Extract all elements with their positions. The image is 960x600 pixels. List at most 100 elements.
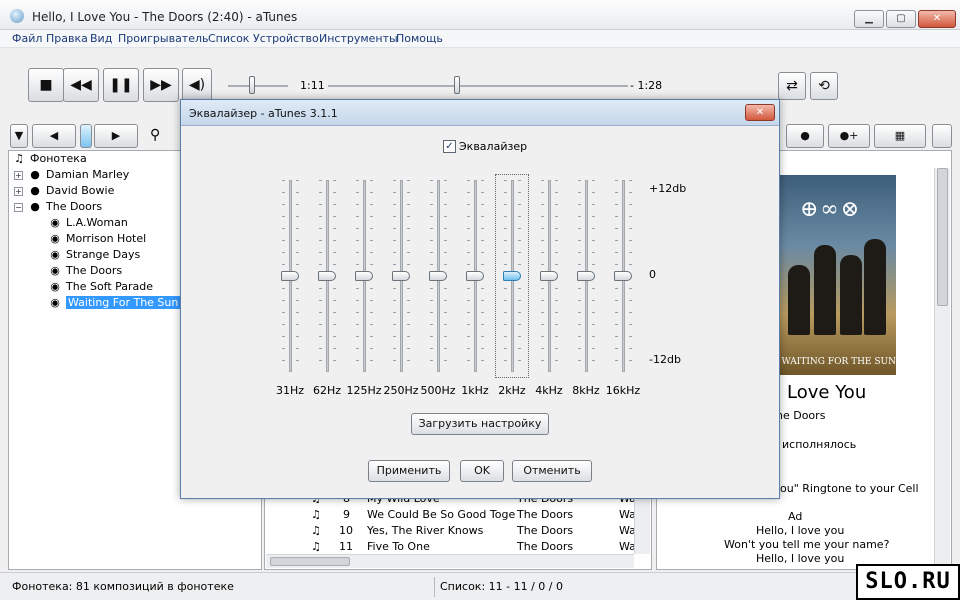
db-label-mid: 0 [649, 268, 656, 281]
dialog-close-button[interactable]: ✕ [745, 104, 775, 121]
menu-tools[interactable]: Инструменты [319, 32, 398, 45]
album-icon: ◉ [50, 296, 60, 309]
view-dropdown-button[interactable]: ▼ [10, 124, 28, 148]
eq-slider-thumb[interactable] [392, 271, 410, 281]
tree-album-la-woman[interactable]: ◉ L.A.Woman [48, 215, 128, 231]
table-row[interactable]: ♫ 10 Yes, The River Knows The Doors Wa [265, 523, 636, 539]
album-icon: ◉ [50, 216, 60, 229]
scrollbar-thumb[interactable] [270, 557, 350, 566]
tree-album-morrison-hotel[interactable]: ◉ Morrison Hotel [48, 231, 146, 247]
video-button[interactable]: ▦ [874, 124, 926, 148]
film-icon: ▦ [894, 129, 906, 142]
previous-button[interactable]: ◀◀ [63, 68, 99, 102]
repeat-button[interactable]: ⟲ [810, 72, 838, 100]
table-row[interactable]: ♫ 11 Five To One The Doors Wa [265, 539, 636, 555]
ringtone-link[interactable]: ou" Ringtone to your Cell [780, 482, 919, 495]
tree-album-waiting-for-the-sun[interactable]: ◉ Waiting For The Sun [48, 295, 181, 311]
volume-button[interactable]: ◀) [182, 68, 212, 102]
eq-slider-thumb[interactable] [429, 271, 447, 281]
eq-band-62hz[interactable]: 62Hz [310, 174, 344, 398]
menu-device[interactable]: Устройство [253, 32, 319, 45]
tree-artist-david-bowie[interactable]: ● David Bowie [28, 183, 114, 199]
volume-slider[interactable] [228, 85, 288, 87]
eq-band-250hz[interactable]: 250Hz [383, 174, 419, 398]
chevron-down-icon: ▼ [14, 129, 24, 142]
repeat-icon: ⟲ [818, 78, 830, 94]
eq-band-31hz[interactable]: 31Hz [273, 174, 307, 398]
music-note-icon: ♫ [311, 508, 321, 521]
eq-slider-thumb[interactable] [540, 271, 558, 281]
table-row[interactable]: ♫ 9 We Could Be So Good Toget... The Doo… [265, 507, 636, 523]
eq-slider-thumb[interactable] [318, 271, 336, 281]
menu-edit[interactable]: Правка [46, 32, 88, 45]
eq-band-8khz[interactable]: 8kHz [569, 174, 603, 398]
shuffle-button[interactable]: ⇄ [778, 72, 806, 100]
eq-band-16khz[interactable]: 16kHz [606, 174, 640, 398]
eq-slider-thumb[interactable] [577, 271, 595, 281]
search-icon[interactable]: ⚲ [150, 127, 160, 143]
tree-album-the-soft-parade[interactable]: ◉ The Soft Parade [48, 279, 153, 295]
close-button[interactable]: ✕ [918, 10, 956, 28]
next-icon: ▶▶ [150, 77, 172, 93]
minimize-button[interactable]: ▁ [854, 10, 884, 28]
lyrics-line: Hello, I love you [756, 552, 845, 565]
nav-back-button[interactable]: ◀ [32, 124, 76, 148]
status-bar: Фонотека: 81 композиций в фонотеке Списо… [0, 572, 960, 600]
eq-slider-thumb[interactable] [281, 271, 299, 281]
eq-band-4khz[interactable]: 4kHz [532, 174, 566, 398]
playlist-vertical-scrollbar[interactable] [634, 490, 650, 554]
song-artist: he Doors [776, 409, 826, 422]
nav-divider-handle[interactable] [80, 124, 92, 148]
artist-icon: ● [30, 200, 40, 213]
dialog-title: Эквалайзер - aTunes 3.1.1 [189, 107, 338, 120]
equalizer-checkbox-label: Эквалайзер [459, 140, 528, 153]
info-extra-button[interactable] [932, 124, 952, 148]
tree-album-strange-days[interactable]: ◉ Strange Days [48, 247, 140, 263]
eq-slider-thumb[interactable] [614, 271, 632, 281]
eq-slider-thumb[interactable] [503, 271, 521, 281]
next-button[interactable]: ▶▶ [143, 68, 179, 102]
eq-slider-thumb[interactable] [355, 271, 373, 281]
ok-button[interactable]: OK [460, 460, 504, 482]
load-preset-button[interactable]: Загрузить настройку [411, 413, 549, 435]
eq-band-125hz[interactable]: 125Hz [346, 174, 382, 398]
tree-root[interactable]: ♫ Фонотека [12, 151, 87, 167]
music-note-icon: ♫ [311, 524, 321, 537]
apply-button[interactable]: Применить [368, 460, 450, 482]
tree-album-the-doors[interactable]: ◉ The Doors [48, 263, 122, 279]
cancel-button[interactable]: Отменить [512, 460, 592, 482]
menu-player[interactable]: Проигрыватель [118, 32, 209, 45]
playlist-horizontal-scrollbar[interactable] [266, 554, 634, 568]
menu-playlist[interactable]: Список [208, 32, 249, 45]
pause-button[interactable]: ❚❚ [103, 68, 139, 102]
stop-icon: ■ [39, 77, 53, 93]
menu-file[interactable]: Файл [12, 32, 42, 45]
similar-artists-button[interactable]: ●+ [828, 124, 870, 148]
scrollbar-thumb[interactable] [937, 168, 948, 306]
expander-damian-marley[interactable]: + [14, 171, 23, 180]
stop-button[interactable]: ■ [28, 68, 64, 102]
eq-band-1khz[interactable]: 1kHz [458, 174, 492, 398]
equalizer-dialog: Эквалайзер - aTunes 3.1.1 ✕ ✓ Эквалайзер… [180, 99, 780, 499]
eq-band-500hz[interactable]: 500Hz [420, 174, 456, 398]
expander-david-bowie[interactable]: + [14, 187, 23, 196]
tree-artist-the-doors[interactable]: ● The Doors [28, 199, 102, 215]
lyrics-line: Won't you tell me your name? [724, 538, 890, 551]
equalizer-checkbox[interactable]: ✓ [443, 140, 456, 153]
expander-the-doors[interactable]: − [14, 203, 23, 212]
eq-band-2khz[interactable]: 2kHz [495, 174, 529, 398]
info-vertical-scrollbar[interactable] [934, 168, 950, 566]
menu-help[interactable]: Помощь [396, 32, 443, 45]
tree-artist-damian-marley[interactable]: ● Damian Marley [28, 167, 129, 183]
nav-forward-button[interactable]: ▶ [94, 124, 138, 148]
maximize-button[interactable]: ▢ [886, 10, 916, 28]
menu-view[interactable]: Вид [90, 32, 112, 45]
artist-info-button[interactable]: ● [786, 124, 824, 148]
title-bar: Hello, I Love You - The Doors (2:40) - a… [0, 0, 960, 30]
volume-slider-thumb[interactable] [249, 76, 255, 94]
seek-slider[interactable] [328, 85, 628, 87]
music-note-icon: ♫ [311, 540, 321, 553]
eq-slider-thumb[interactable] [466, 271, 484, 281]
volume-icon: ◀) [188, 77, 206, 93]
seek-slider-thumb[interactable] [454, 76, 460, 94]
